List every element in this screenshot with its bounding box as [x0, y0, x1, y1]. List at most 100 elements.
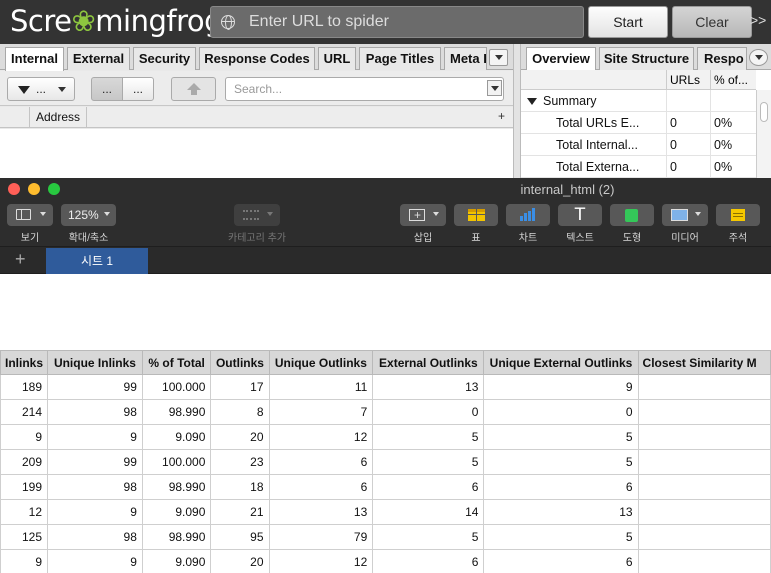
table-cell[interactable]: 9.090 — [141, 424, 212, 450]
table-cell[interactable]: 9 — [0, 549, 49, 573]
text-button[interactable]: T — [558, 204, 602, 226]
table-cell[interactable]: 99 — [47, 449, 143, 475]
column-header[interactable]: External Outlinks — [372, 350, 485, 375]
table-cell[interactable]: 9 — [47, 499, 143, 525]
urls-column-header[interactable]: URLs — [670, 73, 700, 87]
search-dropdown-icon[interactable] — [487, 80, 502, 96]
table-cell[interactable]: 9.090 — [141, 549, 212, 573]
table-cell[interactable]: 6 — [268, 449, 374, 475]
address-column-header[interactable]: Address — [36, 110, 86, 124]
column-header[interactable]: Unique External Outlinks — [483, 350, 639, 375]
start-button[interactable]: Start — [588, 6, 668, 38]
overview-row[interactable]: Total Internal... 0 0% — [521, 134, 756, 156]
table-cell[interactable]: 98 — [47, 474, 143, 500]
table-cell[interactable]: 17 — [210, 374, 270, 400]
add-category-button[interactable] — [234, 204, 280, 226]
search-input[interactable]: Search... — [225, 77, 504, 101]
overview-scrollbar[interactable] — [756, 90, 771, 178]
table-cell[interactable]: 13 — [372, 374, 485, 400]
toolbar-overflow-button[interactable]: >> — [750, 12, 766, 28]
pct-column-header[interactable]: % of... — [714, 73, 748, 87]
view-button[interactable] — [7, 204, 53, 226]
column-header[interactable]: Closest Similarity M — [637, 350, 771, 375]
view-list-button[interactable]: ... — [91, 77, 123, 101]
tab-sheet-1[interactable]: 시트 1 — [46, 248, 148, 274]
table-cell[interactable] — [637, 474, 771, 500]
table-button[interactable] — [454, 204, 498, 226]
table-cell[interactable]: 12 — [268, 424, 374, 450]
table-cell[interactable]: 100.000 — [141, 374, 212, 400]
table-cell[interactable]: 95 — [210, 524, 270, 550]
table-cell[interactable]: 18 — [210, 474, 270, 500]
table-cell[interactable]: 6 — [268, 474, 374, 500]
table-cell[interactable]: 5 — [372, 524, 485, 550]
table-cell[interactable]: 5 — [483, 424, 639, 450]
table-cell[interactable]: 98.990 — [141, 399, 212, 425]
table-cell[interactable]: 7 — [268, 399, 374, 425]
column-header[interactable]: Inlinks — [0, 350, 49, 375]
table-cell[interactable]: 5 — [372, 449, 485, 475]
table-cell[interactable]: 20 — [210, 549, 270, 573]
table-cell[interactable] — [637, 374, 771, 400]
table-cell[interactable]: 98 — [47, 399, 143, 425]
table-cell[interactable]: 125 — [0, 524, 49, 550]
table-cell[interactable] — [637, 499, 771, 525]
table-cell[interactable]: 9 — [47, 424, 143, 450]
tab-overview[interactable]: Overview — [526, 47, 596, 71]
pane-splitter[interactable] — [513, 44, 521, 178]
table-cell[interactable] — [637, 524, 771, 550]
table-cell[interactable]: 5 — [483, 524, 639, 550]
table-cell[interactable] — [637, 424, 771, 450]
table-cell[interactable]: 98.990 — [141, 474, 212, 500]
right-tabs-dropdown-icon[interactable] — [749, 49, 768, 66]
table-cell[interactable]: 0 — [372, 399, 485, 425]
add-sheet-button[interactable]: + — [15, 249, 26, 270]
export-button[interactable] — [171, 77, 216, 101]
table-cell[interactable]: 6 — [483, 549, 639, 573]
table-cell[interactable]: 214 — [0, 399, 49, 425]
table-cell[interactable]: 12 — [268, 549, 374, 573]
table-cell[interactable] — [637, 449, 771, 475]
table-cell[interactable]: 9 — [47, 549, 143, 573]
table-cell[interactable] — [637, 549, 771, 573]
add-column-icon[interactable]: + — [498, 109, 505, 123]
tab-external[interactable]: External — [67, 47, 130, 70]
filter-dropdown[interactable]: ... — [7, 77, 75, 101]
comment-button[interactable] — [716, 204, 760, 226]
tab-site-structure[interactable]: Site Structure — [599, 47, 694, 70]
column-header[interactable]: Unique Outlinks — [268, 350, 374, 375]
tab-page-titles[interactable]: Page Titles — [359, 47, 441, 70]
tabs-dropdown-icon[interactable] — [489, 49, 508, 66]
summary-row[interactable]: Summary — [521, 90, 756, 112]
table-cell[interactable]: 100.000 — [141, 449, 212, 475]
chart-button[interactable] — [506, 204, 550, 226]
table-cell[interactable]: 9.090 — [141, 499, 212, 525]
view-tree-button[interactable]: ... — [122, 77, 154, 101]
insert-button[interactable]: + — [400, 204, 446, 226]
clear-button[interactable]: Clear — [672, 6, 752, 38]
table-cell[interactable]: 13 — [483, 499, 639, 525]
tab-response-times[interactable]: Respo — [697, 47, 747, 70]
table-cell[interactable]: 6 — [483, 474, 639, 500]
table-cell[interactable]: 98.990 — [141, 524, 212, 550]
table-cell[interactable]: 14 — [372, 499, 485, 525]
zoom-button[interactable]: 125% — [61, 204, 116, 226]
table-cell[interactable]: 20 — [210, 424, 270, 450]
table-cell[interactable]: 5 — [372, 424, 485, 450]
tab-internal[interactable]: Internal — [5, 47, 64, 71]
table-cell[interactable]: 21 — [210, 499, 270, 525]
table-cell[interactable]: 0 — [483, 399, 639, 425]
table-cell[interactable]: 5 — [483, 449, 639, 475]
column-header[interactable]: % of Total — [141, 350, 212, 375]
table-cell[interactable]: 6 — [372, 474, 485, 500]
table-cell[interactable]: 6 — [372, 549, 485, 573]
media-button[interactable] — [662, 204, 708, 226]
scrollbar-thumb[interactable] — [760, 102, 768, 122]
table-cell[interactable]: 23 — [210, 449, 270, 475]
table-cell[interactable]: 209 — [0, 449, 49, 475]
tab-meta-description[interactable]: Meta I — [444, 47, 487, 70]
column-header[interactable]: Outlinks — [210, 350, 270, 375]
table-cell[interactable]: 98 — [47, 524, 143, 550]
table-cell[interactable]: 79 — [268, 524, 374, 550]
tab-security[interactable]: Security — [133, 47, 196, 70]
